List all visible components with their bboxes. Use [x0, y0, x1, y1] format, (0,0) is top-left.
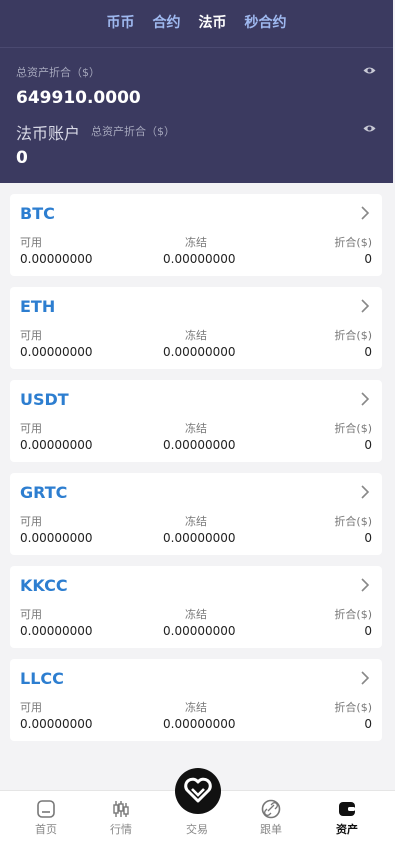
chevron-right-icon [361, 299, 370, 313]
chevron-right-icon [361, 578, 370, 592]
header: 币币 合约 法币 秒合约 总资产折合（$） 649910.0000 法币账户 总… [0, 0, 393, 183]
converted-value: 0 [364, 531, 372, 545]
nav-label: 行情 [110, 823, 132, 836]
converted-value: 0 [364, 717, 372, 731]
wallet-icon [339, 802, 355, 816]
value-label: 折合($) [334, 701, 372, 714]
fiat-total-label: 总资产折合（$） [91, 125, 175, 138]
asset-card-eth[interactable]: ETH 可用 冻结 折合($) 0.00000000 0.00000000 0 [10, 287, 382, 369]
frozen-value: 0.00000000 [163, 717, 236, 731]
asset-name: ETH [20, 297, 56, 316]
candlestick-icon [113, 801, 129, 817]
value-label: 折合($) [334, 422, 372, 435]
heart-icon [184, 777, 212, 803]
fiat-account-value: 0 [16, 148, 28, 168]
header-divider [0, 47, 393, 48]
tab-fiat[interactable]: 法币 [199, 12, 227, 32]
nav-label: 首页 [35, 823, 57, 836]
eye-icon[interactable] [363, 66, 376, 75]
frozen-label: 冻结 [185, 701, 207, 714]
asset-card-kkcc[interactable]: KKCC 可用 冻结 折合($) 0.00000000 0.00000000 0 [10, 566, 382, 648]
available-label: 可用 [20, 701, 42, 714]
frozen-label: 冻结 [185, 422, 207, 435]
nav-trade[interactable]: 交易 [167, 821, 227, 837]
nav-market[interactable]: 行情 [91, 799, 151, 837]
available-value: 0.00000000 [20, 531, 93, 545]
asset-card-grtc[interactable]: GRTC 可用 冻结 折合($) 0.00000000 0.00000000 0 [10, 473, 382, 555]
asset-name: GRTC [20, 483, 68, 502]
available-value: 0.00000000 [20, 438, 93, 452]
total-assets-label: 总资产折合（$） [16, 66, 100, 79]
converted-value: 0 [364, 345, 372, 359]
frozen-value: 0.00000000 [163, 624, 236, 638]
available-label: 可用 [20, 515, 42, 528]
chevron-right-icon [361, 392, 370, 406]
top-tabs: 币币 合约 法币 秒合约 [0, 12, 393, 32]
available-label: 可用 [20, 608, 42, 621]
available-value: 0.00000000 [20, 624, 93, 638]
value-label: 折合($) [334, 236, 372, 249]
nav-copy-trade[interactable]: 跟单 [241, 799, 301, 837]
frozen-label: 冻结 [185, 608, 207, 621]
available-label: 可用 [20, 422, 42, 435]
asset-list: BTC 可用 冻结 折合($) 0.00000000 0.00000000 0 … [10, 194, 382, 752]
nav-label: 交易 [186, 823, 208, 836]
available-value: 0.00000000 [20, 717, 93, 731]
home-icon [37, 800, 55, 818]
asset-card-btc[interactable]: BTC 可用 冻结 折合($) 0.00000000 0.00000000 0 [10, 194, 382, 276]
frozen-value: 0.00000000 [163, 345, 236, 359]
fiat-eye-icon[interactable] [363, 124, 376, 133]
asset-name: LLCC [20, 669, 64, 688]
available-label: 可用 [20, 236, 42, 249]
converted-value: 0 [364, 438, 372, 452]
tab-second-contract[interactable]: 秒合约 [245, 12, 287, 32]
converted-value: 0 [364, 624, 372, 638]
chevron-right-icon [361, 671, 370, 685]
asset-name: USDT [20, 390, 69, 409]
fiat-account-label: 法币账户 [16, 124, 81, 143]
asset-card-llcc[interactable]: LLCC 可用 冻结 折合($) 0.00000000 0.00000000 0 [10, 659, 382, 741]
link-icon [261, 799, 281, 819]
available-value: 0.00000000 [20, 345, 93, 359]
available-value: 0.00000000 [20, 252, 93, 266]
nav-assets[interactable]: 资产 [317, 799, 377, 837]
value-label: 折合($) [334, 329, 372, 342]
frozen-value: 0.00000000 [163, 252, 236, 266]
value-label: 折合($) [334, 608, 372, 621]
frozen-value: 0.00000000 [163, 531, 236, 545]
center-trade-button[interactable] [175, 768, 221, 814]
asset-name: BTC [20, 204, 55, 223]
frozen-label: 冻结 [185, 236, 207, 249]
nav-label: 资产 [336, 823, 358, 836]
total-assets-value: 649910.0000 [16, 88, 141, 108]
converted-value: 0 [364, 252, 372, 266]
asset-card-usdt[interactable]: USDT 可用 冻结 折合($) 0.00000000 0.00000000 0 [10, 380, 382, 462]
nav-label: 跟单 [260, 823, 282, 836]
tab-coin[interactable]: 币币 [107, 12, 135, 32]
tab-contract[interactable]: 合约 [153, 12, 181, 32]
frozen-label: 冻结 [185, 515, 207, 528]
chevron-right-icon [361, 485, 370, 499]
frozen-value: 0.00000000 [163, 438, 236, 452]
chevron-right-icon [361, 206, 370, 220]
value-label: 折合($) [334, 515, 372, 528]
nav-home[interactable]: 首页 [16, 799, 76, 837]
frozen-label: 冻结 [185, 329, 207, 342]
available-label: 可用 [20, 329, 42, 342]
asset-name: KKCC [20, 576, 68, 595]
